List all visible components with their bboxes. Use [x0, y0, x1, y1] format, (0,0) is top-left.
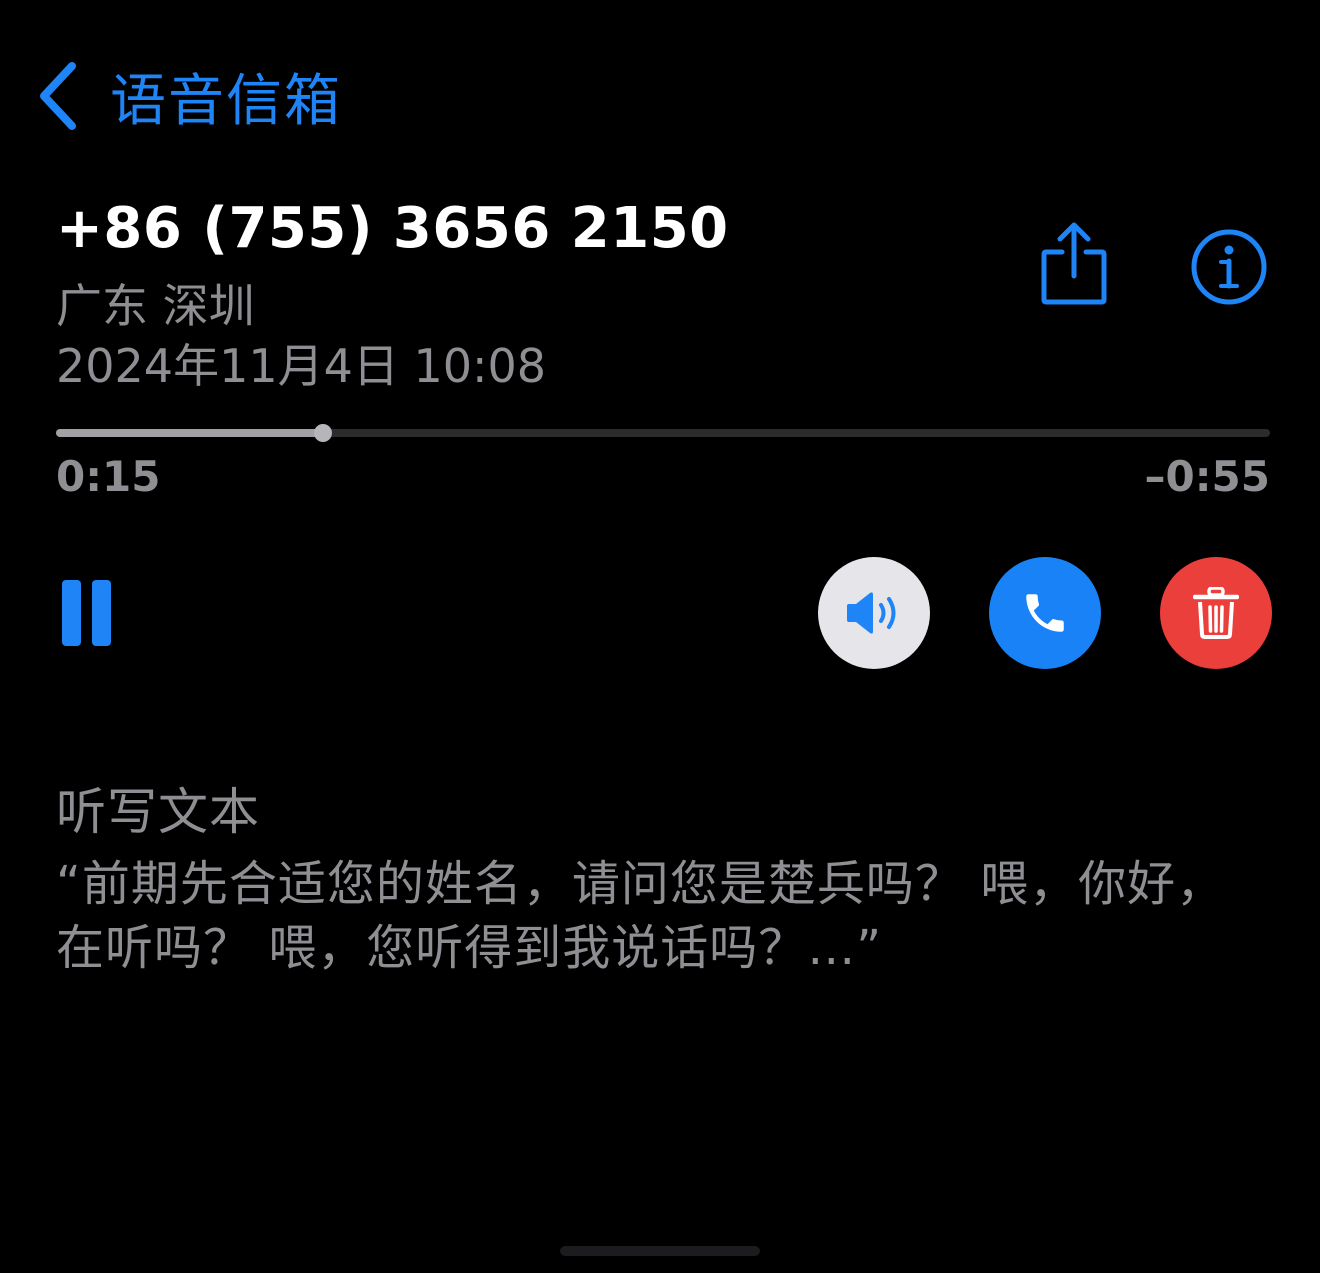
back-button[interactable]: 语音信箱	[36, 56, 342, 136]
scrubber-handle[interactable]	[314, 424, 333, 442]
chevron-left-icon	[40, 62, 76, 130]
home-indicator	[560, 1246, 760, 1256]
back-button-label: 语音信箱	[110, 68, 342, 134]
phone-icon	[1026, 594, 1064, 632]
pause-button[interactable]	[62, 580, 114, 648]
caller-number: +86 (755) 3656 2150	[56, 196, 729, 261]
voicemail-date: 2024年11月4日 10:08	[56, 339, 547, 393]
elapsed-time: 0:15	[56, 452, 161, 501]
transcript-text: “前期先合适您的姓名，请问您是楚兵吗？ 喂，你好，在听吗？ 喂，您听得到我说话吗…	[56, 856, 1226, 976]
speaker-button[interactable]	[818, 557, 930, 669]
trash-icon	[1193, 587, 1239, 639]
pause-icon	[62, 580, 81, 646]
call-back-button[interactable]	[989, 557, 1101, 669]
caller-location: 广东 深圳	[56, 279, 255, 333]
info-icon[interactable]	[1190, 228, 1268, 306]
scrubber-progress	[56, 429, 324, 437]
remaining-time: –0:55	[1144, 452, 1270, 501]
delete-button[interactable]	[1160, 557, 1272, 669]
speaker-icon	[847, 592, 896, 634]
transcript-heading: 听写文本	[56, 783, 260, 841]
share-icon[interactable]	[1036, 220, 1112, 310]
playback-scrubber[interactable]	[56, 420, 1270, 446]
